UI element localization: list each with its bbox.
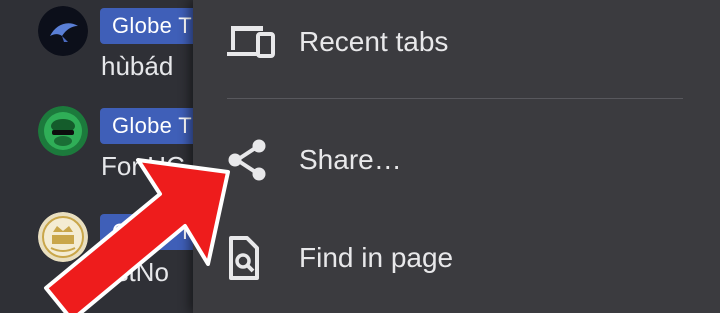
find-in-page-icon	[225, 236, 277, 280]
group-tag: Globe T	[100, 214, 204, 250]
message-preview: hùbád	[101, 51, 174, 81]
devices-icon	[225, 20, 277, 64]
menu-item-label: Find in page	[299, 242, 454, 273]
overflow-menu: Recent tabs Share… Find in page	[193, 0, 720, 313]
avatar[interactable]	[38, 212, 88, 262]
group-tag: Globe T	[100, 8, 204, 44]
message-preview: For HC	[101, 151, 185, 181]
menu-item-find-in-page[interactable]: Find in page	[193, 218, 720, 298]
menu-item-recent-tabs[interactable]: Recent tabs	[193, 2, 720, 82]
share-icon	[225, 138, 277, 182]
menu-item-label: Recent tabs	[299, 26, 449, 57]
menu-item-share[interactable]: Share…	[193, 120, 720, 200]
message-preview: astNo	[101, 257, 169, 287]
avatar[interactable]	[38, 6, 88, 56]
menu-item-label: Share…	[299, 144, 402, 175]
group-tag: Globe T	[100, 108, 204, 144]
avatar[interactable]	[38, 106, 88, 156]
menu-divider	[227, 98, 683, 99]
